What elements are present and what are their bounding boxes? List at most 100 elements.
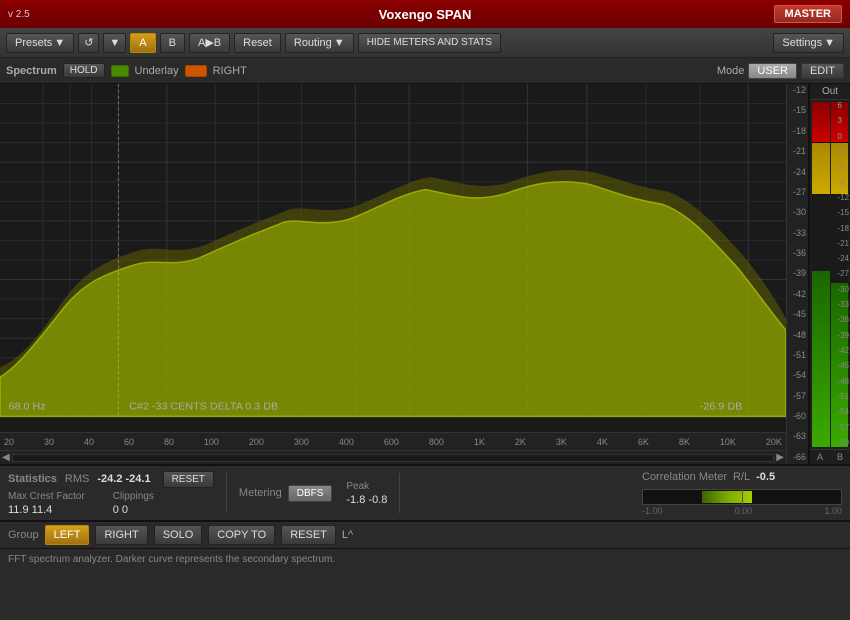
underlay-label: Underlay — [135, 65, 179, 77]
vu-red-zone-b — [831, 102, 849, 143]
scroll-track[interactable] — [12, 454, 775, 462]
metering-label: Metering — [239, 487, 282, 499]
freq-label-3k: 3K — [556, 437, 567, 447]
vu-a-label: A — [817, 452, 823, 462]
db-tick-21: -21 — [787, 147, 808, 156]
correlation-center — [742, 490, 743, 504]
freq-label-200: 200 — [249, 437, 264, 447]
undo-button[interactable]: ↺ — [78, 33, 99, 53]
toolbar: Presets ▼ ↺ ▼ A B A▶B Reset Routing ▼ HI… — [0, 28, 850, 58]
user-mode-button[interactable]: USER — [748, 63, 797, 79]
db-tick-27: -27 — [787, 188, 808, 197]
svg-text:C#2 -33 CENTS DELTA 0.3: C#2 -33 CENTS DELTA 0.3 DB — [129, 402, 278, 412]
freq-label-20: 20 — [4, 437, 14, 447]
freq-label-1k: 1K — [474, 437, 485, 447]
stats-divider-2 — [399, 473, 400, 513]
freq-label-400: 400 — [339, 437, 354, 447]
mode-label: Mode — [717, 65, 745, 77]
rl-label: R/L — [733, 471, 750, 483]
svg-text:-26.9 DB: -26.9 DB — [700, 402, 743, 412]
clippings-section: Clippings 0 0 — [113, 491, 154, 516]
scroll-left-arrow[interactable]: ◀ — [2, 452, 10, 463]
db-tick-45: -45 — [787, 310, 808, 319]
freq-label-4k: 4K — [597, 437, 608, 447]
group-left-button[interactable]: LEFT — [45, 525, 90, 545]
db-tick-51: -51 — [787, 351, 808, 360]
freq-label-6k: 6K — [638, 437, 649, 447]
metering-section: Metering DBFS Peak -1.8 -0.8 — [239, 481, 387, 506]
rms-label: RMS — [65, 473, 89, 485]
correlation-header: Correlation Meter R/L -0.5 — [642, 471, 842, 483]
db-tick-30: -30 — [787, 208, 808, 217]
hold-button[interactable]: HOLD — [63, 63, 105, 78]
stats-reset-button[interactable]: RESET — [163, 471, 214, 488]
settings-button[interactable]: Settings ▼ — [773, 33, 844, 53]
clippings-values: 0 0 — [113, 504, 154, 516]
group-reset-button[interactable]: RESET — [281, 525, 336, 545]
correlation-bar — [642, 489, 842, 505]
db-tick-54: -54 — [787, 371, 808, 380]
master-button[interactable]: MASTER — [774, 5, 842, 23]
db-tick-60: -60 — [787, 412, 808, 421]
db-tick-18: -18 — [787, 127, 808, 136]
copy-to-button[interactable]: COPY TO — [208, 525, 275, 545]
db-tick-66: -66 — [787, 453, 808, 462]
edit-button[interactable]: EDIT — [801, 63, 844, 79]
hide-meters-button[interactable]: HIDE METERS AND STATS — [358, 33, 501, 53]
vu-b-label: B — [837, 452, 843, 462]
version-text: v 2.5 — [8, 9, 30, 20]
title-bar: v 2.5 Voxengo SPAN MASTER — [0, 0, 850, 28]
corr-zero-label: 0.00 — [735, 506, 753, 516]
redo-button[interactable]: ▼ — [103, 33, 126, 53]
spectrum-scrollbar: ◀ ▶ — [0, 450, 786, 464]
db-tick-39: -39 — [787, 269, 808, 278]
a-button[interactable]: A — [130, 33, 155, 53]
channel-label: L^ — [342, 529, 353, 541]
spectrum-panel: 68.0 Hz C#2 -33 CENTS DELTA 0.3 DB -26.9… — [0, 84, 786, 464]
app-title: Voxengo SPAN — [379, 7, 472, 22]
db-tick-42: -42 — [787, 290, 808, 299]
solo-button[interactable]: SOLO — [154, 525, 203, 545]
presets-button[interactable]: Presets ▼ — [6, 33, 74, 53]
main-area: 68.0 Hz C#2 -33 CENTS DELTA 0.3 DB -26.9… — [0, 84, 850, 464]
statistics-section: Statistics RMS -24.2 -24.1 RESET Max Cre… — [8, 471, 214, 516]
crest-section: Max Crest Factor 11.9 11.4 — [8, 491, 85, 516]
rl-value: -0.5 — [756, 471, 775, 483]
freq-label-100: 100 — [204, 437, 219, 447]
vu-yellow-zone-b — [831, 143, 849, 195]
freq-axis: 20 30 40 60 80 100 200 300 400 600 800 1… — [0, 432, 786, 450]
vu-green-zone — [812, 195, 830, 447]
correlation-label: Correlation Meter — [642, 471, 727, 483]
group-right-button[interactable]: RIGHT — [95, 525, 147, 545]
db-scale: -12 -15 -18 -21 -24 -27 -30 -33 -36 -39 … — [786, 84, 808, 464]
dbfs-button[interactable]: DBFS — [288, 485, 333, 502]
vu-channel-labels: A B — [810, 449, 850, 464]
freq-labels: 20 30 40 60 80 100 200 300 400 600 800 1… — [4, 437, 782, 447]
corr-plus-label: 1.00 — [824, 506, 842, 516]
db-tick-33: -33 — [787, 229, 808, 238]
reset-button[interactable]: Reset — [234, 33, 281, 53]
freq-label-80: 80 — [164, 437, 174, 447]
freq-label-30: 30 — [44, 437, 54, 447]
ab-arrow-button[interactable]: A▶B — [189, 33, 230, 53]
peak-section: Peak -1.8 -0.8 — [346, 481, 387, 506]
freq-label-800: 800 — [429, 437, 444, 447]
correlation-bar-container: -1.00 0.00 1.00 — [642, 489, 842, 516]
scroll-right-arrow[interactable]: ▶ — [776, 452, 784, 463]
b-button[interactable]: B — [160, 33, 185, 53]
freq-label-8k: 8K — [679, 437, 690, 447]
crest-label: Max Crest Factor — [8, 491, 85, 502]
routing-button[interactable]: Routing ▼ — [285, 33, 354, 53]
spectrum-row: Spectrum HOLD Underlay RIGHT Mode USER E… — [0, 58, 850, 84]
vu-bar-b — [831, 102, 849, 447]
group-bar: Group LEFT RIGHT SOLO COPY TO RESET L^ — [0, 520, 850, 548]
vu-yellow-zone — [812, 143, 830, 195]
freq-label-10k: 10K — [720, 437, 736, 447]
spectrum-label: Spectrum — [6, 65, 57, 77]
db-tick-24: -24 — [787, 168, 808, 177]
db-tick-15: -15 — [787, 106, 808, 115]
rms-row: Statistics RMS -24.2 -24.1 RESET — [8, 471, 214, 488]
freq-label-20k: 20K — [766, 437, 782, 447]
right-channel-label: RIGHT — [213, 65, 247, 77]
statistics-label: Statistics — [8, 473, 57, 485]
